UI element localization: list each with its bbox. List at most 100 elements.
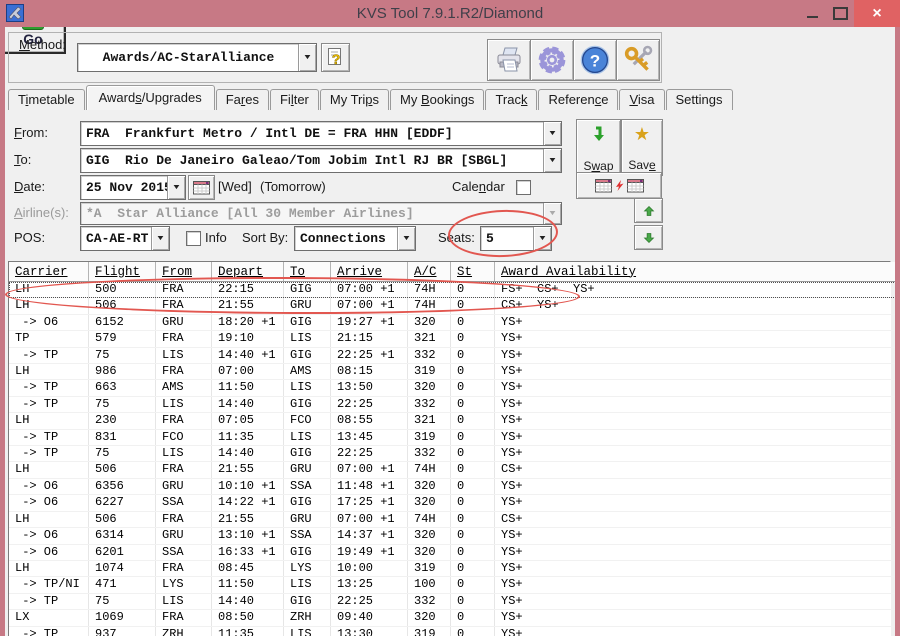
sort-by-value: Connections (295, 227, 398, 250)
tab-filter[interactable]: Filter (270, 89, 319, 110)
swap-button[interactable]: Swap (576, 119, 621, 177)
date-select[interactable]: 25 Nov 2015 (80, 175, 186, 200)
tab-timetable[interactable]: Timetable (8, 89, 85, 110)
cell-carrier: TP (9, 331, 89, 347)
pos-select[interactable]: CA-AE-RT (80, 226, 170, 251)
title-bar[interactable]: KVS Tool 7.9.1.R2/Diamond × (0, 0, 900, 27)
save-button[interactable]: ★ Save (621, 119, 663, 176)
table-row[interactable]: -> TP75LIS14:40 +1GIG22:25 +13320YS+ (9, 347, 900, 363)
cell-a-c: 319 (408, 560, 451, 576)
tools-button[interactable] (616, 39, 660, 81)
column-header-st[interactable]: St (451, 262, 495, 282)
cell-arrive: 13:30 (331, 626, 408, 636)
table-row[interactable]: -> TP/NI471LYS11:50LIS13:251000YS+ (9, 577, 900, 593)
cell-flight: 663 (89, 380, 156, 396)
table-row[interactable]: -> TP75LIS14:40GIG22:253320YS+ (9, 593, 900, 609)
seats-select[interactable]: 5 (480, 226, 552, 251)
sort-by-label: Sort By: (242, 226, 288, 249)
table-row[interactable]: LH1074FRA08:45LYS10:003190YS+ (9, 560, 900, 576)
from-select[interactable]: FRA Frankfurt Metro / Intl DE = FRA HHN … (80, 121, 562, 146)
tab-fares[interactable]: Fares (216, 89, 269, 110)
help-button[interactable]: ? (573, 39, 617, 81)
column-header-a-c[interactable]: A/C (408, 262, 451, 282)
column-header-carrier[interactable]: Carrier (9, 262, 89, 282)
table-row[interactable]: LH500FRA22:15GIG07:00 +174H0FS+ CS+ YS+ (9, 282, 900, 298)
method-help-button[interactable]: ? (321, 43, 350, 72)
cell-arrive: 22:25 (331, 446, 408, 462)
method-dropdown-arrow-icon[interactable] (298, 44, 316, 71)
minimize-button[interactable] (798, 0, 826, 27)
table-row[interactable]: -> TP831FCO11:35LIS13:453190YS+ (9, 429, 900, 445)
date-dropdown-arrow-icon[interactable] (167, 176, 185, 199)
column-header-award-availability[interactable]: Award Availability (495, 262, 900, 282)
seats-dropdown-arrow-icon[interactable] (533, 227, 551, 250)
table-row[interactable]: LH506FRA21:55GRU07:00 +174H0CS+ (9, 462, 900, 478)
table-row[interactable]: -> TP75LIS14:40GIG22:253320YS+ (9, 446, 900, 462)
table-row[interactable]: -> O66227SSA14:22 +1GIG17:25 +13200YS+ (9, 495, 900, 511)
table-row[interactable]: -> O66314GRU13:10 +1SSA14:37 +13200YS+ (9, 528, 900, 544)
cell-from: FRA (156, 560, 212, 576)
tab-my-bookings[interactable]: My Bookings (390, 89, 484, 110)
cell-arrive: 19:49 +1 (331, 544, 408, 560)
cell-award-availability: CS+ (495, 511, 900, 527)
table-row[interactable]: -> TP937ZRH11:35LIS13:303190YS+ (9, 626, 900, 636)
cell-flight: 986 (89, 364, 156, 380)
table-row[interactable]: -> O66152GRU18:20 +1GIG19:27 +13200YS+ (9, 314, 900, 330)
date-calendar-button[interactable] (188, 175, 215, 200)
calendar-range-button[interactable] (576, 172, 662, 199)
column-header-depart[interactable]: Depart (212, 262, 284, 282)
print-button[interactable] (487, 39, 531, 81)
method-select[interactable]: Awards/AC-StarAlliance (77, 43, 317, 72)
table-row[interactable]: -> O66201SSA16:33 +1GIG19:49 +13200YS+ (9, 544, 900, 560)
cell-award-availability: CS+ (495, 462, 900, 478)
column-header-flight[interactable]: Flight (89, 262, 156, 282)
sort-by-select[interactable]: Connections (294, 226, 416, 251)
column-header-from[interactable]: From (156, 262, 212, 282)
cell-carrier: -> TP (9, 446, 89, 462)
cell-depart: 18:20 +1 (212, 314, 284, 330)
tab-settings[interactable]: Settings (666, 89, 733, 110)
sort-by-dropdown-arrow-icon[interactable] (397, 227, 415, 250)
maximize-button[interactable] (826, 0, 854, 27)
cell-depart: 14:40 (212, 593, 284, 609)
table-row[interactable]: LH986FRA07:00AMS08:153190YS+ (9, 364, 900, 380)
table-row[interactable]: -> O66356GRU10:10 +1SSA11:48 +13200YS+ (9, 478, 900, 494)
cell-award-availability: YS+ (495, 314, 900, 330)
table-row[interactable]: -> TP663AMS11:50LIS13:503200YS+ (9, 380, 900, 396)
tab-reference[interactable]: Reference (538, 89, 618, 110)
results-list[interactable]: CarrierFlightFromDepartToArriveA/CStAwar… (8, 261, 891, 636)
cell-flight: 579 (89, 331, 156, 347)
results-table: CarrierFlightFromDepartToArriveA/CStAwar… (9, 262, 900, 636)
to-select[interactable]: GIG Rio De Janeiro Galeao/Tom Jobim Intl… (80, 148, 562, 173)
move-up-button[interactable] (634, 198, 663, 223)
cell-award-availability: YS+ (495, 331, 900, 347)
cell-a-c: 332 (408, 347, 451, 363)
cell-arrive: 10:00 (331, 560, 408, 576)
tab-awards-upgrades[interactable]: Awards/Upgrades (86, 85, 215, 110)
move-down-button[interactable] (634, 225, 663, 250)
tab-track[interactable]: Track (485, 89, 537, 110)
cell-a-c: 74H (408, 511, 451, 527)
info-checkbox[interactable] (186, 231, 201, 246)
cell-st: 0 (451, 626, 495, 636)
cell-arrive: 19:27 +1 (331, 314, 408, 330)
table-row[interactable]: LH230FRA07:05FCO08:553210YS+ (9, 413, 900, 429)
pos-dropdown-arrow-icon[interactable] (151, 227, 169, 250)
airlines-select: *A Star Alliance [All 30 Member Airlines… (80, 202, 562, 225)
to-dropdown-arrow-icon[interactable] (543, 149, 561, 172)
cell-flight: 6356 (89, 478, 156, 494)
tab-my-trips[interactable]: My Trips (320, 89, 389, 110)
table-row[interactable]: LX1069FRA08:50ZRH09:403200YS+ (9, 610, 900, 626)
close-button[interactable]: × (854, 0, 900, 27)
settings-gear-button[interactable] (530, 39, 574, 81)
column-header-arrive[interactable]: Arrive (331, 262, 408, 282)
from-dropdown-arrow-icon[interactable] (543, 122, 561, 145)
tab-visa[interactable]: Visa (619, 89, 664, 110)
cell-depart: 14:40 +1 (212, 347, 284, 363)
calendar-checkbox[interactable] (516, 180, 531, 195)
table-row[interactable]: -> TP75LIS14:40GIG22:253320YS+ (9, 396, 900, 412)
table-row[interactable]: LH506FRA21:55GRU07:00 +174H0CS+ YS+ (9, 298, 900, 314)
column-header-to[interactable]: To (284, 262, 331, 282)
table-row[interactable]: TP579FRA19:10LIS21:153210YS+ (9, 331, 900, 347)
table-row[interactable]: LH506FRA21:55GRU07:00 +174H0CS+ (9, 511, 900, 527)
